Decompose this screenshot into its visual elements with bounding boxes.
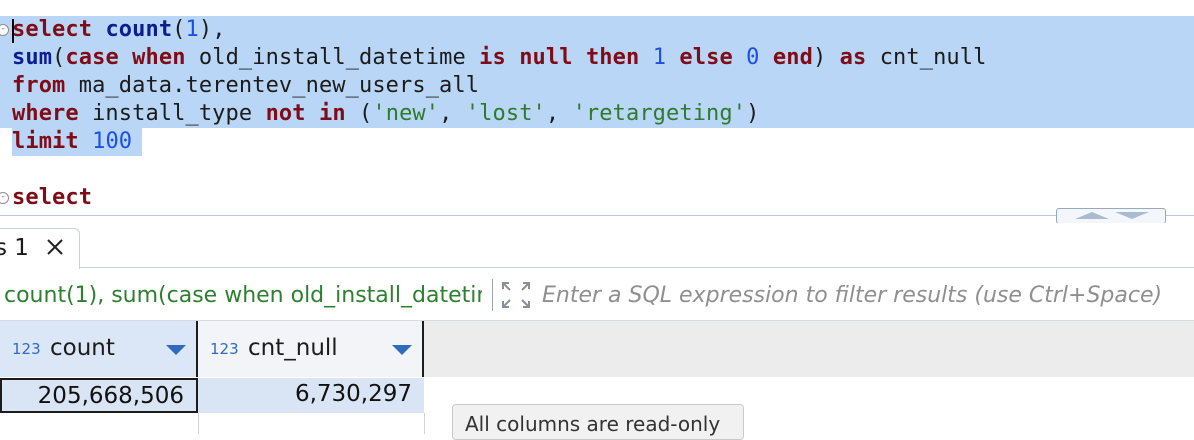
code-token-kw: when bbox=[132, 45, 186, 70]
result-tab-strip bbox=[0, 223, 1194, 268]
code-token-kw: else bbox=[679, 45, 733, 70]
code-line: from ma_data.terentev_new_users_all bbox=[12, 72, 479, 100]
code-token: install_type bbox=[78, 101, 266, 126]
code-token: , bbox=[545, 101, 573, 126]
column-name: count bbox=[50, 335, 115, 361]
code-token-fn: count bbox=[105, 17, 173, 42]
text-caret bbox=[12, 19, 14, 43]
tab-label: s 1 bbox=[0, 235, 29, 261]
code-token: ( bbox=[172, 17, 186, 42]
code-token-str: 'lost' bbox=[465, 101, 546, 126]
code-token: ma_data.terentev_new_users_all bbox=[65, 73, 480, 98]
table-cell-count[interactable]: 205,668,506 bbox=[0, 378, 198, 413]
chevron-down-icon[interactable] bbox=[392, 345, 412, 355]
code-token-kw: end bbox=[772, 45, 813, 70]
code-line: limit 100 bbox=[12, 128, 132, 156]
code-token: cnt_null bbox=[866, 45, 987, 70]
code-token: , bbox=[439, 101, 466, 126]
code-token-kw: case bbox=[65, 45, 119, 70]
code-token-num: 0 bbox=[746, 45, 760, 70]
grid-line bbox=[198, 413, 199, 434]
code-token-str: 'retargeting' bbox=[572, 101, 747, 126]
code-line: where install_type not in ('new', 'lost'… bbox=[12, 100, 759, 128]
maximize-results-icon[interactable] bbox=[1115, 212, 1149, 219]
code-line: sum(case when old_install_datetime is nu… bbox=[12, 44, 986, 72]
numeric-type-icon: 123 bbox=[12, 340, 41, 358]
column-name: cnt_null bbox=[248, 335, 338, 361]
code-line: select count(1), bbox=[12, 16, 226, 44]
close-icon[interactable] bbox=[45, 235, 65, 259]
code-token-num: 100 bbox=[92, 129, 133, 154]
code-token-kw: where bbox=[12, 101, 79, 126]
code-token-str: 'new' bbox=[372, 101, 440, 126]
splitter-handle[interactable] bbox=[1056, 208, 1166, 224]
code-token-kw: select bbox=[12, 17, 93, 42]
sql-editor[interactable]: - select count(1), sum(case when old_ins… bbox=[0, 0, 1194, 216]
code-token: ), bbox=[198, 17, 226, 42]
code-token-kw: in bbox=[318, 101, 346, 126]
numeric-type-icon: 123 bbox=[210, 340, 239, 358]
tab-results-1[interactable]: s 1 bbox=[0, 228, 80, 269]
code-token-kw: not bbox=[265, 101, 306, 126]
column-header-cnt-null[interactable]: 123 cnt_null bbox=[198, 321, 424, 377]
code-token-kw: limit bbox=[12, 129, 79, 154]
code-token: ( bbox=[52, 45, 66, 70]
code-token: ) bbox=[812, 45, 840, 70]
tab-strip-border bbox=[0, 267, 1194, 268]
read-only-tooltip: All columns are read-only bbox=[452, 404, 744, 440]
code-token: ) bbox=[746, 101, 760, 126]
maximize-editor-icon[interactable] bbox=[1075, 212, 1109, 219]
code-token-num: 1 bbox=[185, 17, 199, 42]
expand-icon[interactable] bbox=[500, 280, 532, 310]
code-token-fn: sum bbox=[12, 45, 53, 70]
filter-input[interactable] bbox=[542, 280, 1194, 310]
code-line: select bbox=[12, 184, 92, 212]
code-token-kw: then bbox=[585, 45, 640, 70]
code-token: old_install_datetime bbox=[185, 45, 480, 70]
filter-separator bbox=[492, 279, 493, 311]
code-token-num: 1 bbox=[652, 45, 667, 70]
table-cell-cnt-null[interactable]: 6,730,297 bbox=[198, 378, 424, 413]
query-text: count(1), sum(case when old_install_date… bbox=[4, 283, 482, 308]
code-token-kw: is bbox=[479, 45, 506, 70]
code-token-kw: as bbox=[839, 45, 867, 70]
chevron-down-icon[interactable] bbox=[166, 345, 186, 355]
grid-line bbox=[424, 413, 425, 434]
code-token-kw: null bbox=[519, 45, 573, 70]
fold-toggle-icon[interactable]: - bbox=[0, 192, 9, 204]
panel-divider[interactable] bbox=[0, 215, 1194, 216]
code-token-kw: select bbox=[12, 185, 93, 210]
column-header-count[interactable]: 123 count bbox=[0, 321, 198, 377]
code-token-kw: from bbox=[12, 73, 66, 98]
code-token: ( bbox=[345, 101, 373, 126]
